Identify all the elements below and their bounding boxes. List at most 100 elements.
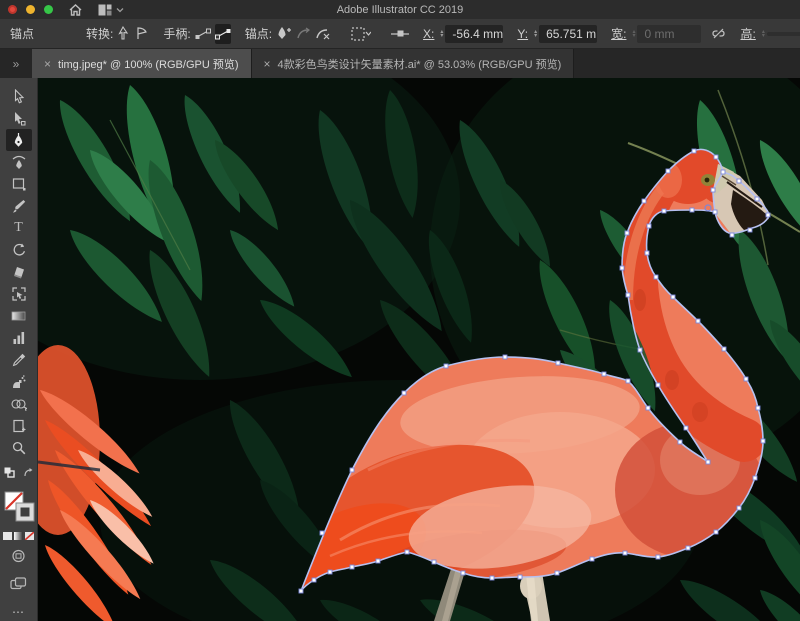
x-stepper[interactable]: ▴▾	[440, 30, 443, 38]
width-value-field[interactable]: 0 mm	[637, 25, 701, 43]
anchor-point	[312, 578, 316, 582]
x-value-field[interactable]: -56.4 mm	[445, 25, 503, 43]
eyedropper-tool[interactable]	[6, 349, 32, 371]
handles-label: 手柄:	[163, 25, 190, 42]
anchor-point	[490, 576, 494, 580]
anchor-point	[518, 575, 522, 579]
gradient-button[interactable]	[14, 532, 23, 540]
anchor-point	[690, 208, 694, 212]
convert-to-smooth-icon[interactable]	[135, 24, 149, 44]
selection-tool[interactable]	[6, 85, 32, 107]
close-tab-icon[interactable]: ×	[264, 57, 271, 71]
anchor-point	[737, 179, 741, 183]
height-label: 高:	[740, 25, 755, 42]
tab-timg-jpeg[interactable]: × timg.jpeg* @ 100% (RGB/GPU 预览)	[32, 49, 252, 78]
anchor-point	[625, 231, 629, 235]
default-fill-stroke-icon[interactable]	[4, 465, 15, 483]
cut-path-icon[interactable]	[315, 24, 331, 44]
anchor-point	[714, 155, 718, 159]
y-label: Y:	[517, 27, 528, 41]
anchor-point	[638, 348, 642, 352]
hide-handles-icon[interactable]	[215, 24, 231, 44]
anchor-point	[711, 188, 715, 192]
width-label: 宽:	[611, 25, 626, 42]
anchor-point	[756, 406, 760, 410]
anchor-point	[623, 551, 627, 555]
canvas-photo	[38, 78, 800, 621]
dock-overflow-icon[interactable]: »	[0, 49, 32, 78]
rectangle-tool[interactable]	[6, 173, 32, 195]
anchor-point	[722, 347, 726, 351]
convert-to-corner-icon[interactable]	[117, 24, 131, 44]
close-tab-icon[interactable]: ×	[44, 57, 51, 71]
anchor-point	[626, 293, 630, 297]
direct-selection-tool[interactable]	[6, 107, 32, 129]
edit-toolbar-icon[interactable]: ⋯	[12, 605, 25, 619]
zoom-tool[interactable]	[6, 437, 32, 459]
swap-fill-stroke-icon[interactable]	[23, 465, 34, 483]
document-canvas[interactable]	[38, 78, 800, 621]
home-icon[interactable]	[69, 4, 82, 16]
anchor-point	[761, 439, 765, 443]
workspace-switcher-icon[interactable]	[98, 4, 124, 16]
link-dimensions-icon[interactable]	[711, 24, 726, 44]
document-tab-bar: » × timg.jpeg* @ 100% (RGB/GPU 预览) × 4款彩…	[0, 49, 800, 78]
none-button[interactable]	[25, 532, 34, 540]
y-stepper[interactable]: ▴▾	[534, 30, 537, 38]
graph-tool[interactable]	[6, 327, 32, 349]
anchor-point	[444, 364, 448, 368]
width-stepper[interactable]: ▴▾	[632, 30, 635, 38]
close-window-button[interactable]	[8, 5, 17, 14]
zoom-window-button[interactable]	[44, 5, 53, 14]
connect-endpoints-icon[interactable]	[391, 24, 409, 44]
gradient-tool[interactable]	[6, 305, 32, 327]
add-anchor-pen-icon[interactable]	[276, 24, 292, 44]
anchor-point	[684, 426, 688, 430]
type-tool[interactable]: T	[6, 217, 32, 239]
pen-tool[interactable]	[6, 129, 32, 151]
screen-mode-icon[interactable]	[10, 577, 27, 595]
window-controls[interactable]	[8, 5, 53, 14]
height-value-field[interactable]	[767, 32, 800, 36]
fill-stroke-indicator[interactable]	[4, 491, 34, 525]
height-stepper[interactable]: ▴▾	[762, 30, 765, 38]
anchor-point	[654, 275, 658, 279]
anchor-point	[714, 530, 718, 534]
rotate-tool[interactable]	[6, 239, 32, 261]
anchor-point	[753, 476, 757, 480]
show-handles-icon[interactable]	[195, 24, 211, 44]
anchor-point	[328, 570, 332, 574]
minimize-window-button[interactable]	[26, 5, 35, 14]
anchor-point	[737, 506, 741, 510]
title-bar: Adobe Illustrator CC 2019	[0, 0, 800, 19]
isolate-selection-icon[interactable]	[351, 24, 371, 44]
anchor-point	[602, 372, 606, 376]
color-button[interactable]	[3, 532, 12, 540]
anchors-label: 锚点:	[245, 25, 272, 42]
anchor-point	[590, 557, 594, 561]
shape-builder-tool[interactable]	[6, 393, 32, 415]
symbol-sprayer-tool[interactable]	[6, 371, 32, 393]
anchor-point	[461, 571, 465, 575]
drawing-modes-icon[interactable]	[11, 549, 26, 568]
anchor-point	[686, 546, 690, 550]
eraser-tool[interactable]	[6, 261, 32, 283]
flamingo-eye	[701, 174, 715, 186]
curvature-tool[interactable]	[6, 151, 32, 173]
artboard-tool[interactable]	[6, 415, 32, 437]
free-transform-tool[interactable]	[6, 283, 32, 305]
tab-bird-vector-ai[interactable]: × 4款彩色鸟类设计矢量素材.ai* @ 53.03% (RGB/GPU 预览)	[252, 49, 575, 78]
anchor-point	[730, 233, 734, 237]
anchor-point	[299, 589, 303, 593]
anchor-point	[405, 550, 409, 554]
anchor-point	[721, 170, 725, 174]
anchor-point	[656, 555, 660, 559]
anchor-point	[350, 468, 354, 472]
anchor-point	[696, 319, 700, 323]
anchor-point	[666, 169, 670, 173]
anchor-point	[647, 224, 651, 228]
remove-anchor-icon[interactable]	[296, 24, 311, 44]
y-value-field[interactable]: 65.751 m	[539, 25, 597, 43]
anchor-point	[645, 251, 649, 255]
paintbrush-tool[interactable]	[6, 195, 32, 217]
